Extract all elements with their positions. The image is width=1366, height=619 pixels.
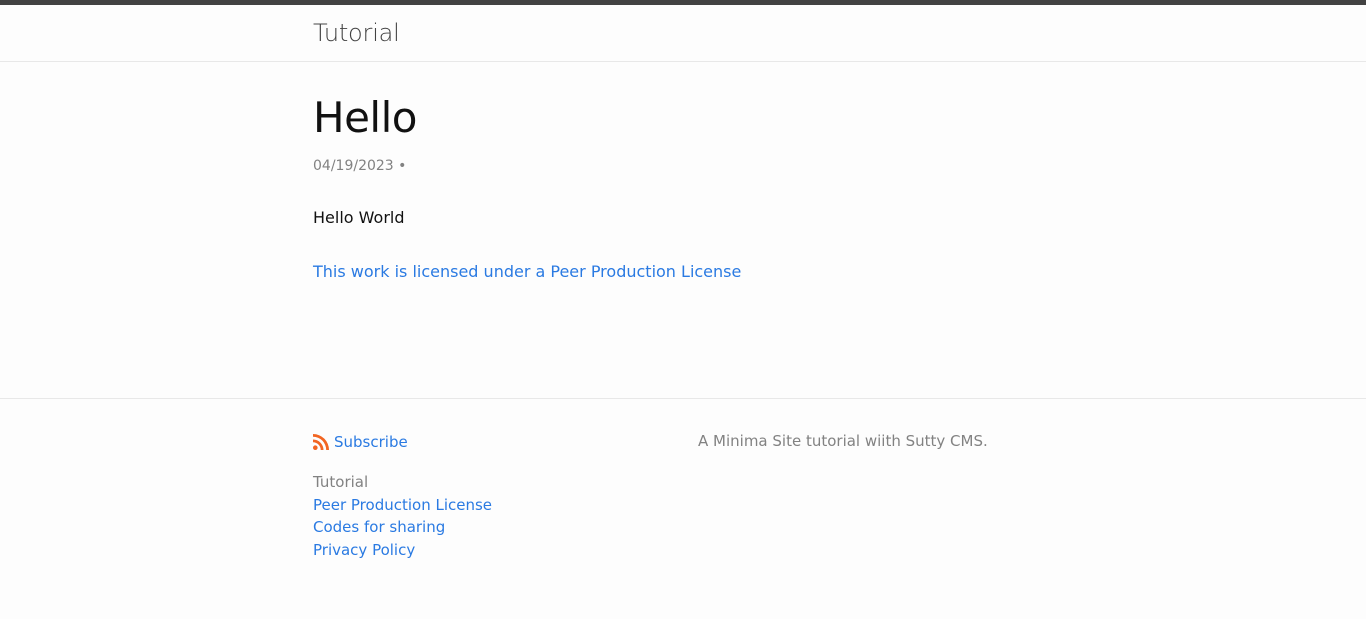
post-body: Hello World xyxy=(313,208,405,227)
footer-link-peer-production-license[interactable]: Peer Production License xyxy=(313,494,492,517)
footer-link-privacy-policy[interactable]: Privacy Policy xyxy=(313,539,492,562)
subscribe-label: Subscribe xyxy=(334,433,408,451)
footer-link-codes-for-sharing[interactable]: Codes for sharing xyxy=(313,516,492,539)
footer-site-name: Tutorial xyxy=(313,473,369,491)
footer-links-column: Tutorial Peer Production License Codes f… xyxy=(313,471,492,561)
site-title-link[interactable]: Tutorial xyxy=(313,19,400,47)
site-header: Tutorial xyxy=(0,5,1366,62)
subscribe-link[interactable]: Subscribe xyxy=(313,432,408,452)
post-title: Hello xyxy=(313,93,417,142)
post-content: Hello 04/19/2023 • Hello World This work… xyxy=(0,62,1366,399)
site-footer: Subscribe Tutorial Peer Production Licen… xyxy=(0,399,1366,619)
post-meta: 04/19/2023 • xyxy=(313,158,407,174)
rss-icon xyxy=(313,434,329,450)
license-link[interactable]: This work is licensed under a Peer Produ… xyxy=(313,262,741,282)
footer-description: A Minima Site tutorial wiith Sutty CMS. xyxy=(698,432,988,450)
